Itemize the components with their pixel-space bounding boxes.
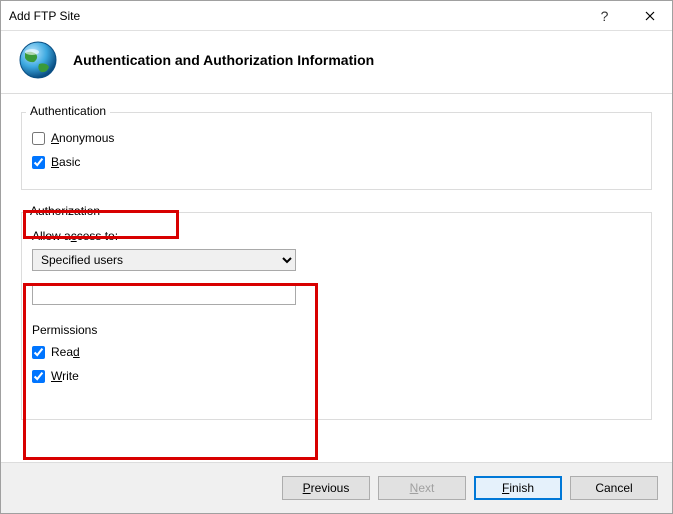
wizard-window: Add FTP Site ? Authentication and Author… [0, 0, 673, 514]
wizard-footer: Previous Next Finish Cancel [1, 463, 672, 513]
close-icon [645, 11, 655, 21]
write-checkbox[interactable] [32, 370, 45, 383]
finish-button[interactable]: Finish [474, 476, 562, 500]
close-button[interactable] [627, 1, 672, 31]
basic-label[interactable]: Basic [51, 155, 80, 169]
help-button[interactable]: ? [582, 1, 627, 31]
specified-users-textbox[interactable] [32, 283, 296, 305]
previous-button[interactable]: Previous [282, 476, 370, 500]
allow-access-label: Allow access to: [32, 229, 641, 243]
authorization-group: Authorization Allow access to: Specified… [21, 212, 652, 420]
authorization-legend: Authorization [26, 204, 104, 218]
basic-checkbox[interactable] [32, 156, 45, 169]
page-title: Authentication and Authorization Informa… [73, 52, 374, 68]
read-checkbox[interactable] [32, 346, 45, 359]
write-label[interactable]: Write [51, 369, 79, 383]
next-button: Next [378, 476, 466, 500]
wizard-content: Authentication Anonymous Basic Authoriza… [1, 93, 672, 463]
anonymous-label[interactable]: Anonymous [51, 131, 114, 145]
anonymous-checkbox[interactable] [32, 132, 45, 145]
authentication-legend: Authentication [26, 104, 110, 118]
globe-icon [17, 39, 59, 81]
titlebar: Add FTP Site ? [1, 1, 672, 31]
wizard-header: Authentication and Authorization Informa… [1, 31, 672, 93]
permissions-label: Permissions [32, 323, 641, 337]
allow-access-combo[interactable]: Specified users [32, 249, 296, 271]
cancel-button[interactable]: Cancel [570, 476, 658, 500]
read-label[interactable]: Read [51, 345, 80, 359]
authentication-group: Authentication Anonymous Basic [21, 112, 652, 190]
window-title: Add FTP Site [9, 9, 582, 23]
